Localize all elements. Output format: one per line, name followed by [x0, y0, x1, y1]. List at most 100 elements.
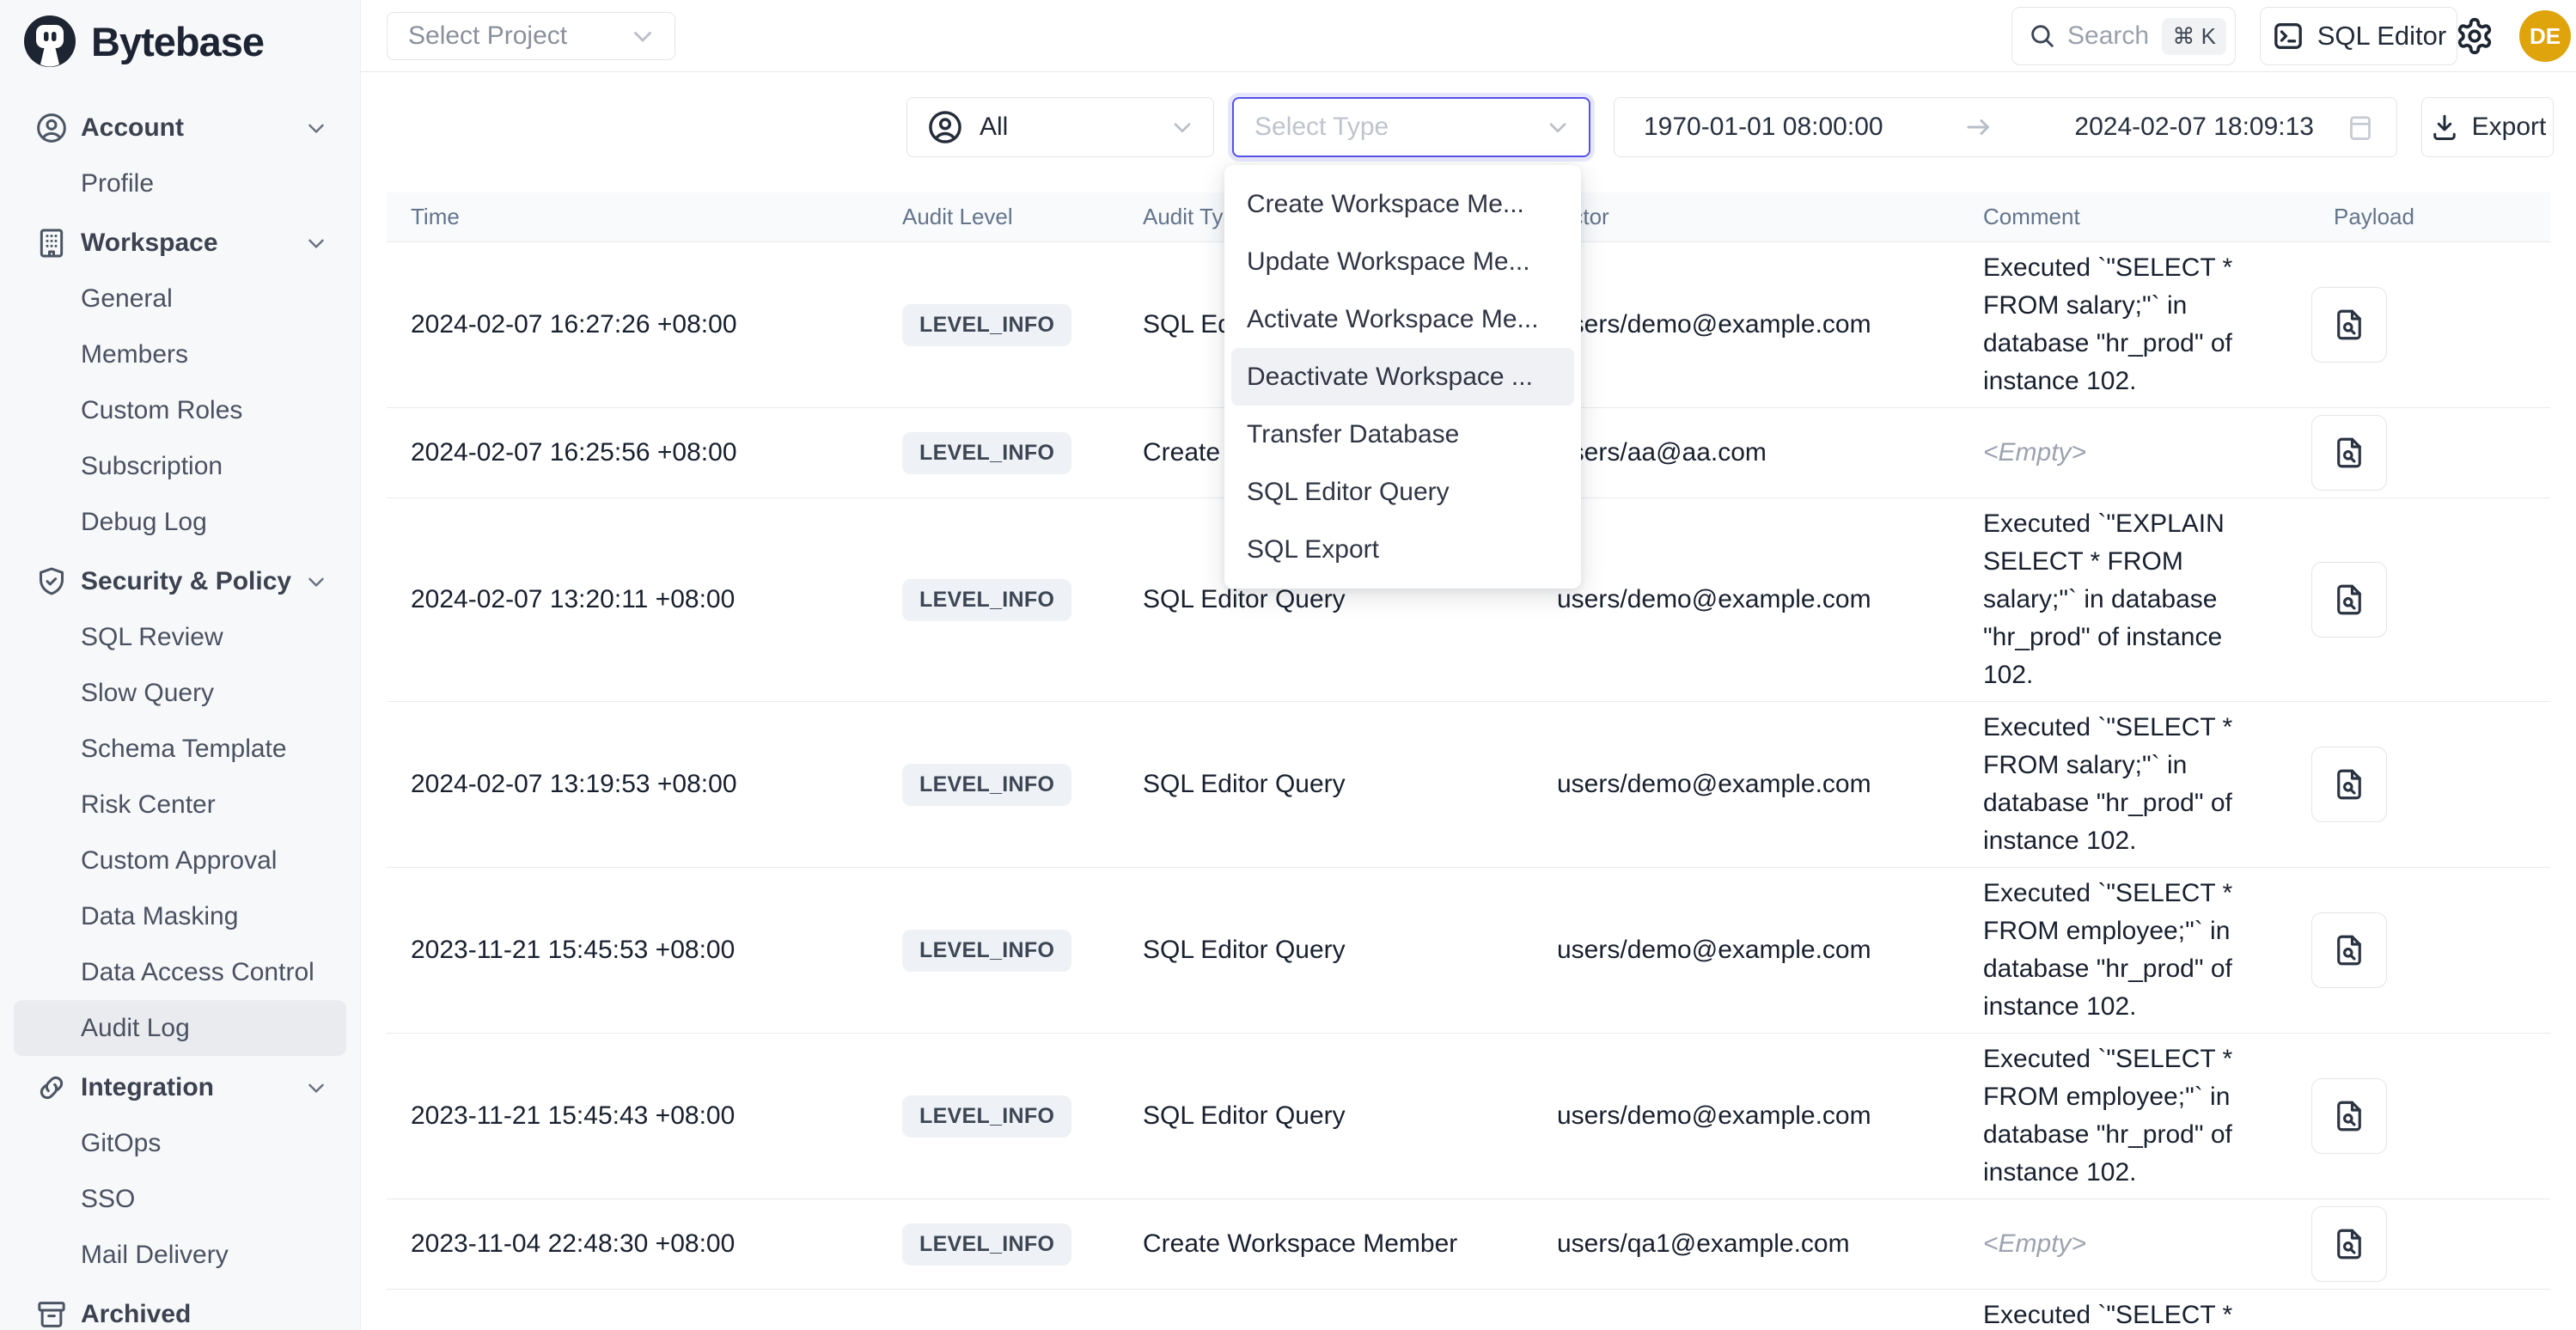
sidebar-item-label: Debug Log	[81, 508, 207, 537]
download-icon	[2429, 112, 2460, 143]
cell-comment: Executed `"SELECT * FROM employee;"` in …	[1983, 1040, 2272, 1192]
level-badge: LEVEL_INFO	[902, 930, 1071, 972]
cell-audit-type: SQL Editor Query	[1143, 770, 1557, 799]
chevron-down-icon[interactable]	[303, 569, 329, 595]
date-range-start[interactable]: 1970-01-01 08:00:00	[1644, 113, 1883, 142]
sidebar-item[interactable]: Slow Query	[14, 665, 346, 721]
cell-actor: users/demo@example.com	[1557, 585, 1983, 614]
cell-actor: users/demo@example.com	[1557, 1101, 1983, 1131]
sidebar-item[interactable]: Schema Template	[14, 721, 346, 777]
user-avatar[interactable]: DE	[2519, 10, 2571, 62]
bytebase-app: Bytebase Account	[0, 0, 2576, 1330]
sidebar-item[interactable]: Custom Approval	[14, 833, 346, 888]
file-search-icon	[2331, 766, 2367, 802]
sidebar-item[interactable]: Members	[14, 326, 346, 382]
dropdown-option[interactable]: Create Workspace Me...	[1231, 175, 1574, 233]
sidebar-item[interactable]: Account	[14, 100, 346, 156]
cell-payload	[2311, 562, 2550, 638]
sidebar-item-label: Workspace	[81, 229, 218, 258]
chevron-down-icon[interactable]	[303, 115, 329, 141]
sidebar-item-label: Audit Log	[81, 1014, 190, 1043]
terminal-icon	[2271, 19, 2305, 53]
sidebar-item[interactable]: General	[14, 271, 346, 326]
cell-payload	[2311, 415, 2550, 491]
comment-text: Executed `"EXPLAIN SELECT * FROM salary;…	[1983, 509, 2225, 689]
sidebar-item-label: General	[81, 284, 173, 314]
sidebar: Bytebase Account	[0, 0, 361, 1330]
cell-audit-level: LEVEL_INFO	[902, 432, 1143, 474]
sidebar-item[interactable]: Archived	[14, 1286, 346, 1330]
sidebar-item[interactable]: Mail Delivery	[14, 1227, 346, 1283]
dropdown-option-label: Deactivate Workspace ...	[1247, 363, 1533, 392]
chevron-down-icon[interactable]	[303, 230, 329, 256]
sidebar-item-label: Data Masking	[81, 902, 238, 931]
cell-time: 2023-11-21 15:45:43 +08:00	[387, 1101, 902, 1131]
cell-actor: users/demo@example.com	[1557, 310, 1983, 339]
column-header-payload: Payload	[2311, 204, 2550, 230]
type-filter-select[interactable]: Select Type	[1232, 97, 1590, 157]
link-icon	[34, 1071, 69, 1105]
date-range-end[interactable]: 2024-02-07 18:09:13	[2074, 113, 2314, 142]
column-header-comment: Comment	[1983, 204, 2311, 230]
sidebar-item-label: SQL Review	[81, 623, 223, 652]
dropdown-option[interactable]: Deactivate Workspace ...	[1231, 348, 1574, 406]
chevron-down-icon[interactable]	[303, 1075, 329, 1101]
comment-text: Executed `"SELECT * FROM department;"` i…	[1983, 1301, 2249, 1330]
user-circle-icon	[926, 108, 964, 146]
sidebar-item[interactable]: SQL Review	[14, 609, 346, 665]
sidebar-item[interactable]: Security & Policy	[14, 553, 346, 609]
actor-filter-select[interactable]: All	[906, 97, 1214, 157]
view-payload-button[interactable]	[2311, 747, 2387, 822]
sidebar-item[interactable]: Debug Log	[14, 494, 346, 550]
view-payload-button[interactable]	[2311, 912, 2387, 988]
file-search-icon	[2331, 932, 2367, 968]
comment-text: Executed `"SELECT * FROM salary;"` in da…	[1983, 713, 2232, 855]
sql-editor-button[interactable]: SQL Editor	[2260, 7, 2457, 65]
dropdown-option[interactable]: Update Workspace Me...	[1231, 233, 1574, 290]
sidebar-item-label: Account	[81, 113, 184, 143]
select-project-dropdown[interactable]: Select Project	[387, 12, 675, 60]
sidebar-item[interactable]: GitOps	[14, 1115, 346, 1171]
dropdown-option[interactable]: Activate Workspace Me...	[1231, 290, 1574, 348]
search-icon	[2028, 21, 2057, 51]
search-input[interactable]: Search ⌘ K	[2011, 7, 2236, 65]
dropdown-option[interactable]: SQL Export	[1231, 521, 1574, 578]
table-row: 2023-11-21 15:45:43 +08:00 LEVEL_INFO SQ…	[387, 1034, 2550, 1199]
sidebar-item[interactable]: Custom Roles	[14, 382, 346, 438]
view-payload-button[interactable]	[2311, 415, 2387, 491]
dropdown-option[interactable]: Transfer Database	[1231, 406, 1574, 463]
cell-time: 2024-02-07 13:19:53 +08:00	[387, 770, 902, 799]
dropdown-option[interactable]: SQL Editor Query	[1231, 463, 1574, 521]
sidebar-item-label: Data Access Control	[81, 958, 314, 987]
view-payload-button[interactable]	[2311, 287, 2387, 363]
sidebar-item[interactable]: Workspace	[14, 215, 346, 271]
actor-filter-value: All	[980, 113, 1153, 142]
gear-icon[interactable]	[2455, 16, 2494, 56]
sidebar-item[interactable]: Audit Log	[14, 1000, 346, 1056]
sidebar-item[interactable]: Profile	[14, 156, 346, 211]
cell-time: 2024-02-07 16:25:56 +08:00	[387, 438, 902, 467]
view-payload-button[interactable]	[2311, 562, 2387, 638]
sidebar-item-label: Slow Query	[81, 679, 214, 708]
date-range-picker[interactable]: 1970-01-01 08:00:00 2024-02-07 18:09:13	[1614, 97, 2397, 157]
cell-audit-level: LEVEL_INFO	[902, 764, 1143, 806]
search-placeholder: Search	[2067, 21, 2152, 51]
shield-check-icon	[34, 564, 69, 599]
dropdown-option-label: Update Workspace Me...	[1247, 247, 1530, 277]
main-content: Select Project Search ⌘ K SQL Edito	[361, 0, 2576, 1330]
view-payload-button[interactable]	[2311, 1078, 2387, 1154]
sidebar-item[interactable]: SSO	[14, 1171, 346, 1227]
dropdown-option-label: SQL Export	[1247, 535, 1379, 564]
export-button[interactable]: Export	[2421, 97, 2554, 157]
sidebar-item[interactable]: Data Masking	[14, 888, 346, 944]
sidebar-item[interactable]: Risk Center	[14, 777, 346, 833]
cell-comment: Executed `"SELECT * FROM department;"` i…	[1983, 1296, 2272, 1330]
dropdown-option-label: Activate Workspace Me...	[1247, 305, 1539, 334]
sidebar-item[interactable]: Data Access Control	[14, 944, 346, 1000]
view-payload-button[interactable]	[2311, 1206, 2387, 1282]
brand-logo[interactable]: Bytebase	[0, 0, 360, 77]
column-header-level: Audit Level	[902, 204, 1143, 230]
cell-audit-level: LEVEL_INFO	[902, 930, 1143, 972]
sidebar-item[interactable]: Integration	[14, 1059, 346, 1115]
sidebar-item[interactable]: Subscription	[14, 438, 346, 494]
